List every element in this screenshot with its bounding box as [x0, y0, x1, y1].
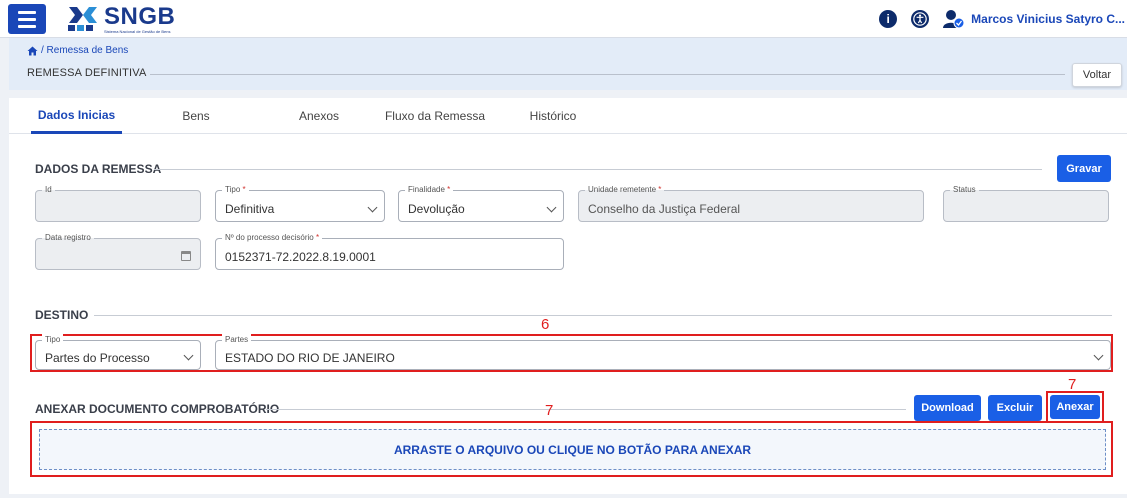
hamburger-menu-button[interactable]: [8, 4, 46, 34]
processo-decisorio-input[interactable]: Nº do processo decisório * 0152371-72.20…: [215, 232, 564, 270]
chevron-down-icon: [546, 202, 557, 213]
breadcrumb[interactable]: / Remessa de Bens: [27, 45, 128, 56]
field-label: Id: [42, 184, 55, 195]
tab-anexos[interactable]: Anexos: [289, 98, 349, 134]
title-divider: [150, 74, 1065, 75]
calendar-icon: [181, 251, 191, 261]
menu-line: [18, 24, 36, 28]
field-value: Definitiva: [225, 202, 275, 216]
page-header: [9, 38, 1127, 90]
menu-line: [18, 17, 36, 21]
tab-historico[interactable]: Histórico: [517, 98, 589, 134]
label-text: Finalidade: [408, 185, 445, 194]
logo-subtitle: Sistema Nacional de Gestão de Bens: [104, 28, 171, 34]
field-value: ESTADO DO RIO DE JANEIRO: [225, 351, 395, 365]
field-value: Conselho da Justiça Federal: [588, 202, 741, 216]
user-name[interactable]: Marcos Vinicius Satyro C...: [971, 12, 1127, 26]
sngb-logo[interactable]: SNGB Sistema Nacional de Gestão de Bens: [66, 3, 175, 35]
required-mark: *: [315, 233, 320, 242]
field-label: Data registro: [42, 232, 94, 243]
top-bar: SNGB Sistema Nacional de Gestão de Bens …: [0, 0, 1127, 38]
section-divider: [94, 315, 1112, 316]
user-settings-icon[interactable]: [943, 9, 965, 29]
section-title-destino: DESTINO: [35, 308, 89, 322]
required-mark: *: [242, 185, 246, 194]
field-label: Unidade remetente *: [585, 184, 665, 195]
field-value: Devolução: [408, 202, 465, 216]
page-title: REMESSA DEFINITIVA: [27, 67, 147, 79]
annotation-number: 7: [545, 402, 554, 419]
tab-bar: Dados Inicias Bens Anexos Fluxo da Remes…: [9, 98, 1127, 134]
id-field: Id: [35, 184, 201, 222]
download-button[interactable]: Download: [914, 395, 981, 421]
delete-button[interactable]: Excluir: [988, 395, 1042, 421]
attach-button[interactable]: Anexar: [1050, 395, 1100, 419]
tab-fluxo-remessa[interactable]: Fluxo da Remessa: [380, 98, 490, 134]
section-divider: [154, 169, 1042, 170]
tipo-select[interactable]: Tipo * Definitiva: [215, 184, 385, 222]
logo-mark-icon: [68, 7, 97, 31]
section-title-anexo: ANEXAR DOCUMENTO COMPROBATÓRIO: [35, 402, 280, 416]
destino-tipo-select[interactable]: Tipo Partes do Processo: [35, 334, 201, 370]
field-value: Partes do Processo: [45, 351, 150, 365]
accessibility-icon[interactable]: [911, 10, 930, 28]
section-divider: [266, 409, 906, 410]
field-label: Tipo *: [222, 184, 249, 195]
field-label: Finalidade *: [405, 184, 454, 195]
info-icon[interactable]: i: [879, 10, 898, 28]
annotation-number: 6: [541, 316, 550, 333]
file-dropzone[interactable]: ARRASTE O ARQUIVO OU CLIQUE NO BOTÃO PAR…: [39, 429, 1106, 470]
required-mark: *: [658, 185, 662, 194]
field-label: Tipo: [42, 334, 64, 345]
chevron-down-icon: [367, 202, 378, 213]
chevron-down-icon: [1093, 350, 1104, 361]
field-label: Partes: [222, 334, 252, 345]
finalidade-select[interactable]: Finalidade * Devolução: [398, 184, 564, 222]
breadcrumb-text[interactable]: / Remessa de Bens: [41, 45, 128, 56]
logo-title: SNGB: [104, 2, 176, 30]
field-label: Nº do processo decisório *: [222, 232, 323, 243]
required-mark: *: [447, 185, 451, 194]
chevron-down-icon: [183, 350, 194, 361]
data-registro-field: Data registro: [35, 232, 201, 270]
menu-line: [18, 10, 36, 14]
section-title-remessa: DADOS DA REMESSA: [35, 162, 162, 176]
unidade-remetente-field: Unidade remetente * Conselho da Justiça …: [578, 184, 924, 222]
save-button[interactable]: Gravar: [1057, 155, 1111, 182]
label-text: Tipo: [225, 185, 241, 194]
tab-bens[interactable]: Bens: [169, 98, 223, 134]
annotation-number: 7: [1068, 376, 1077, 393]
field-value: 0152371-72.2022.8.19.0001: [225, 250, 376, 264]
label-text: Nº do processo decisório: [225, 233, 314, 242]
label-text: Unidade remetente: [588, 185, 657, 194]
status-field: Status: [943, 184, 1109, 222]
field-label: Status: [950, 184, 979, 195]
destino-partes-select[interactable]: Partes ESTADO DO RIO DE JANEIRO: [215, 334, 1111, 370]
home-icon[interactable]: [27, 46, 38, 56]
tab-dados-iniciais[interactable]: Dados Inicias: [31, 98, 122, 134]
back-button[interactable]: Voltar: [1072, 63, 1122, 87]
